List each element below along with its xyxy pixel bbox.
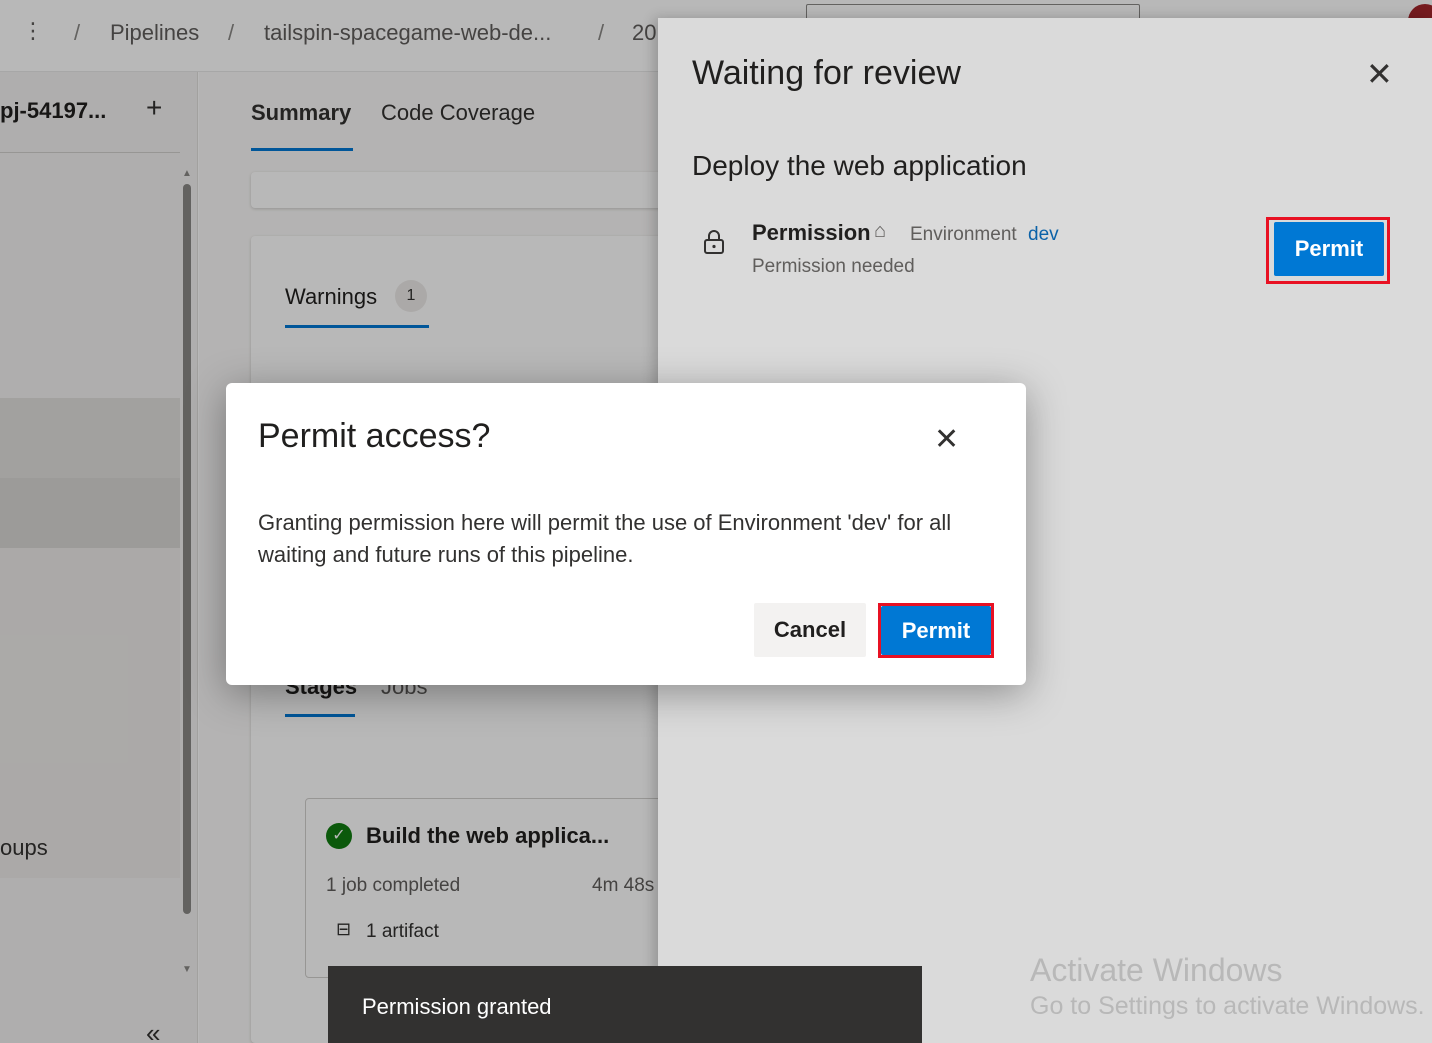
panel-subtitle: Deploy the web application [692, 150, 1027, 181]
lock-icon [704, 230, 724, 254]
panel-title: Waiting for review [692, 54, 961, 92]
permission-label: Permission [752, 220, 871, 245]
toast-message: Permission granted [362, 994, 552, 1019]
environment-label: Environment [910, 224, 1017, 245]
toast-notification: Permission granted [328, 966, 922, 1043]
dialog-message: Granting permission here will permit the… [258, 510, 952, 567]
cancel-button[interactable]: Cancel [754, 603, 866, 657]
close-icon[interactable]: ✕ [1366, 58, 1393, 90]
activation-watermark: Activate Windows [1030, 952, 1283, 988]
confirm-permit-button[interactable]: Permit [881, 606, 991, 655]
environment-icon: ⌂ [874, 220, 887, 242]
dialog-title: Permit access? [258, 417, 491, 455]
permission-status: Permission needed [752, 256, 915, 277]
activation-watermark-hint: Go to Settings to activate Windows. [1030, 992, 1425, 1020]
environment-link[interactable]: dev [1028, 224, 1059, 246]
permit-button[interactable]: Permit [1274, 222, 1384, 276]
permit-access-dialog: Permit access? ✕ Granting permission her… [226, 383, 1026, 685]
close-icon[interactable]: ✕ [934, 425, 959, 455]
